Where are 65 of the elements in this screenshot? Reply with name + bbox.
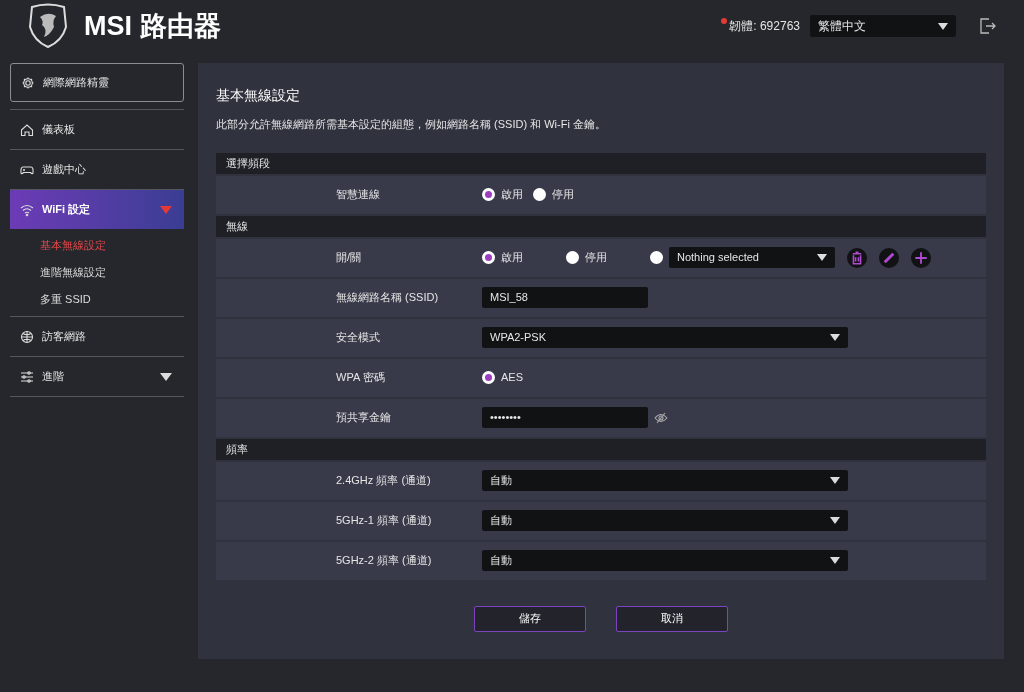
- field-label: 預共享金鑰: [335, 410, 392, 426]
- wizard-button[interactable]: 網際網路精靈: [10, 63, 184, 102]
- radio-button[interactable]: [650, 251, 663, 264]
- sidebar-item[interactable]: 遊戲中心: [10, 150, 184, 189]
- caret-icon: [938, 22, 948, 30]
- submenu-item[interactable]: 多重 SSID: [10, 286, 184, 313]
- settings-icon: [21, 75, 35, 90]
- logout-icon[interactable]: [980, 18, 996, 34]
- eye-slash-icon[interactable]: [654, 411, 668, 424]
- globe-icon: [20, 329, 34, 344]
- sliders-icon: [20, 369, 34, 384]
- dropdown-field[interactable]: WPA2-PSK: [482, 327, 848, 348]
- app-title: MSI 路由器: [84, 9, 221, 43]
- radio-button[interactable]: [566, 251, 579, 264]
- house-icon: [20, 122, 34, 137]
- submenu-item[interactable]: 基本無線設定: [10, 232, 184, 259]
- pencil-icon[interactable]: [879, 247, 899, 268]
- caret-icon: [830, 334, 840, 341]
- radio-label: AES: [501, 370, 523, 386]
- sidebar-item[interactable]: 進階: [10, 357, 184, 396]
- text-field[interactable]: MSI_58: [482, 287, 648, 308]
- caret-icon: [160, 205, 172, 214]
- field-label: 5GHz-1 頻率 (通道): [335, 513, 433, 529]
- field-label: 5GHz-2 頻率 (通道): [335, 553, 433, 569]
- trash-icon[interactable]: [847, 247, 867, 268]
- plus-icon[interactable]: [911, 247, 931, 268]
- caret-icon: [817, 254, 827, 261]
- page-title: 基本無線設定: [216, 86, 301, 105]
- field-label: 安全模式: [335, 330, 381, 346]
- dragon-shield-logo: [28, 3, 68, 49]
- radio-label: 停用: [552, 187, 574, 203]
- dropdown-field[interactable]: 自動: [482, 550, 848, 571]
- save-button[interactable]: 儲存: [474, 605, 586, 632]
- sidebar-item[interactable]: WiFi 設定: [10, 190, 184, 229]
- password-field[interactable]: ••••••••: [482, 407, 648, 428]
- field-label: WPA 密碼: [335, 370, 386, 386]
- language-dropdown[interactable]: 繁體中文: [810, 15, 956, 37]
- field-label: 開/關: [335, 250, 363, 266]
- field-label: 2.4GHz 頻率 (通道): [335, 473, 432, 489]
- radio-button[interactable]: [482, 188, 495, 201]
- wifi-icon: [20, 202, 34, 217]
- field-label: 智慧連線: [335, 187, 381, 203]
- submenu-item[interactable]: 進階無線設定: [10, 259, 184, 286]
- caret-icon: [160, 372, 172, 381]
- section-header: 選擇頻段: [216, 152, 986, 174]
- radio-button[interactable]: [482, 371, 495, 384]
- sidebar-item[interactable]: 儀表板: [10, 110, 184, 149]
- caret-icon: [830, 517, 840, 524]
- radio-label: 啟用: [501, 250, 523, 266]
- radio-button[interactable]: [533, 188, 546, 201]
- caret-icon: [830, 477, 840, 484]
- page-description: 此部分允許無線網路所需基本設定的組態，例如網路名稱 (SSID) 和 Wi-Fi 金鑰。: [216, 117, 607, 132]
- dropdown-field[interactable]: 自動: [482, 470, 848, 491]
- dropdown-field[interactable]: Nothing selected: [669, 247, 835, 268]
- radio-label: 停用: [585, 250, 607, 266]
- section-header: 頻率: [216, 438, 986, 460]
- section-header: 無線: [216, 215, 986, 237]
- firmware-version: 韌體: 692763: [729, 18, 800, 35]
- dropdown-field[interactable]: 自動: [482, 510, 848, 531]
- sidebar-item[interactable]: 訪客網路: [10, 317, 184, 356]
- field-label: 無線網路名稱 (SSID): [335, 290, 440, 306]
- radio-label: 啟用: [501, 187, 523, 203]
- radio-button[interactable]: [482, 251, 495, 264]
- cancel-button[interactable]: 取消: [616, 605, 728, 632]
- caret-icon: [830, 557, 840, 564]
